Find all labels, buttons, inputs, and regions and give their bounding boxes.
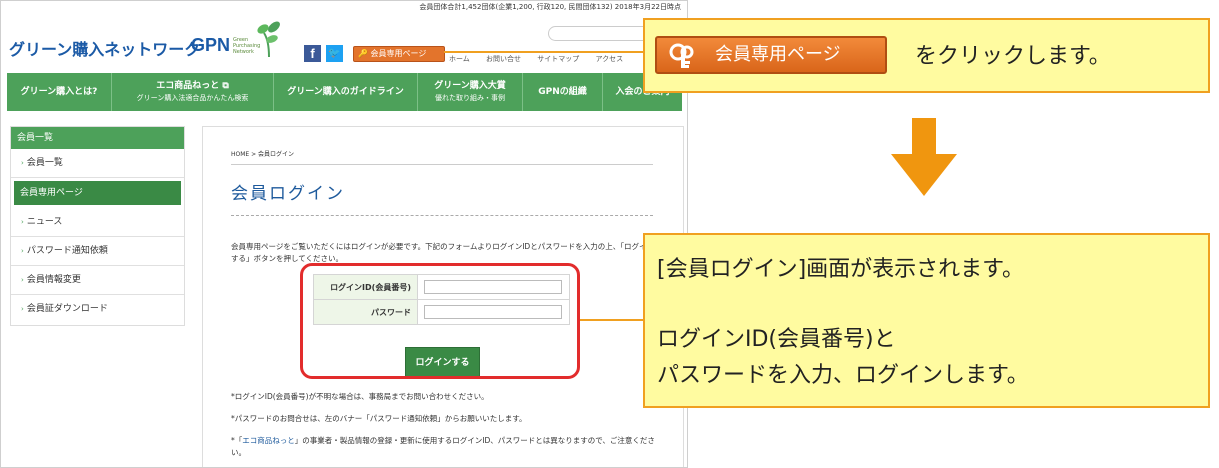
member-page-button[interactable]: 🔑 会員専用ページ <box>353 46 445 62</box>
key-icon <box>669 43 694 68</box>
chevron-right-icon: › <box>21 218 24 226</box>
note-eco-products: *「エコ商品ねっと」の事業者・製品情報の登録・更新に使用するログインID、パスワ… <box>231 435 661 459</box>
site-logo-gpn[interactable]: GPN <box>191 35 230 56</box>
leaf-logo-icon <box>257 21 280 58</box>
callout-click-instruction: 会員専用ページ をクリックします。 <box>643 18 1210 93</box>
sidebar-item-label: 会員専用ページ <box>20 188 83 198</box>
login-screen-text: [会員ログイン]画面が表示されます。 <box>657 257 1024 282</box>
sidebar-item-member-page[interactable]: 会員専用ページ <box>14 181 181 205</box>
callout-login-instruction: [会員ログイン]画面が表示されます。 ログインID(会員番号)と パスワードを入… <box>643 233 1210 408</box>
eco-products-link[interactable]: エコ商品ねっと <box>242 436 295 445</box>
chevron-right-icon: › <box>21 247 24 255</box>
gnav-item-about[interactable]: グリーン購入とは? <box>7 73 112 111</box>
login-instruction-line1: ログインID(会員番号)と <box>657 327 896 352</box>
sidebar: 会員一覧 › 会員一覧 会員専用ページ › ニュース › パスワード通知依頼 › 会員情… <box>10 126 185 326</box>
sidebar-item-label: パスワード通知依頼 <box>26 246 108 256</box>
sidebar-heading: 会員一覧 <box>11 127 184 149</box>
util-link-home[interactable]: ホーム <box>449 55 470 63</box>
gnav-item-guidelines[interactable]: グリーン購入のガイドライン <box>274 73 418 111</box>
gnav-label: グリーン購入とは? <box>20 87 98 97</box>
callout-connector <box>444 51 644 53</box>
util-link-contact[interactable]: お問い合せ <box>486 55 521 63</box>
login-instruction-line2: パスワードを入力、ログインします。 <box>657 363 1029 388</box>
global-navigation: グリーン購入とは? エコ商品ねっと ⧉ グリーン購入法適合品かんたん検索 グリーン… <box>7 73 682 111</box>
sidebar-item-password-request[interactable]: › パスワード通知依頼 <box>11 237 184 266</box>
gnav-label: グリーン購入大賞 <box>434 81 506 91</box>
member-count-info: 会員団体合計1,452団体(企業1,200, 行政120, 民間団体132) 2… <box>419 3 681 11</box>
gnav-item-eco-products[interactable]: エコ商品ねっと ⧉ グリーン購入法適合品かんたん検索 <box>112 73 274 111</box>
note-text: 」の事業者・製品情報の登録・更新に使用するログインID、パスワードとは異なります… <box>231 436 655 457</box>
note-text: *「 <box>231 436 243 445</box>
key-icon: 🔑 <box>358 49 368 58</box>
site-logo[interactable]: グリーン購入ネットワーク <box>9 36 200 60</box>
sidebar-item-info-change[interactable]: › 会員情報変更 <box>11 266 184 295</box>
intro-text: 会員専用ページをご覧いただくにはログインが必要です。下記のフォームよりログインI… <box>231 242 654 263</box>
gnav-label: GPNの組織 <box>538 87 587 97</box>
sidebar-item-card-download[interactable]: › 会員証ダウンロード <box>11 295 184 324</box>
sidebar-item-news[interactable]: › ニュース <box>11 208 184 237</box>
sidebar-item-label: 会員情報変更 <box>26 275 81 285</box>
util-link-access[interactable]: アクセス <box>596 55 624 63</box>
chevron-right-icon: › <box>21 305 24 313</box>
gnav-label: グリーン購入のガイドライン <box>287 87 404 97</box>
gnav-label: エコ商品ねっと ⧉ <box>156 81 229 91</box>
gnav-item-organization[interactable]: GPNの組織 <box>523 73 603 111</box>
member-page-button-enlarged: 会員専用ページ <box>655 36 887 74</box>
chevron-right-icon: › <box>21 276 24 284</box>
gnav-sublabel: 優れた取り組み・事例 <box>435 94 505 102</box>
twitter-icon[interactable]: 🐦 <box>326 45 343 62</box>
sidebar-item-member-list[interactable]: › 会員一覧 <box>11 149 184 178</box>
note-login-id: *ログインID(会員番号)が不明な場合は、事務局までお問い合わせください。 <box>231 392 489 401</box>
note-password: *パスワードのお問合せは、左のバナー「パスワード通知依頼」からお願いいたします。 <box>231 414 527 423</box>
gnav-sublabel: グリーン購入法適合品かんたん検索 <box>136 94 249 102</box>
breadcrumb[interactable]: HOME > 会員ログイン <box>231 149 294 158</box>
arrow-down-icon <box>891 118 957 196</box>
gnav-item-award[interactable]: グリーン購入大賞 優れた取り組み・事例 <box>418 73 523 111</box>
sidebar-item-label: 会員証ダウンロード <box>26 304 108 314</box>
sidebar-item-label: ニュース <box>26 217 63 227</box>
highlight-box <box>300 263 580 379</box>
divider <box>231 215 653 216</box>
callout-connector <box>580 319 644 321</box>
facebook-icon[interactable]: f <box>304 45 321 62</box>
click-instruction-text: をクリックします。 <box>915 44 1111 69</box>
util-link-sitemap[interactable]: サイトマップ <box>537 55 579 63</box>
divider <box>231 164 653 165</box>
chevron-right-icon: › <box>21 159 24 167</box>
page-title: 会員ログイン <box>231 184 345 204</box>
utility-links: ホーム お問い合せ サイトマップ アクセス <box>449 54 637 64</box>
member-page-button-label: 会員専用ページ <box>370 49 427 58</box>
sidebar-item-label: 会員一覧 <box>26 158 63 168</box>
member-page-button-label: 会員専用ページ <box>715 44 841 65</box>
website-screenshot: 会員団体合計1,452団体(企業1,200, 行政120, 民間団体132) 2… <box>0 0 688 468</box>
